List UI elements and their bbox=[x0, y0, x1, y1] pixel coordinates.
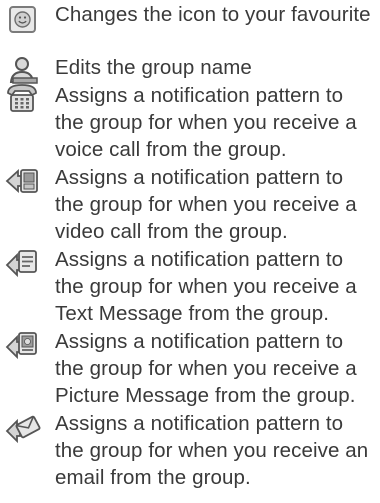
item-description: Assigns a notification pattern to the gr… bbox=[55, 330, 357, 408]
telephone-icon bbox=[5, 82, 41, 114]
item-description: Edits the group name bbox=[55, 56, 252, 79]
item-description: Assigns a notification pattern to the gr… bbox=[55, 412, 369, 490]
item-description: Assigns a notification pattern to the gr… bbox=[55, 166, 357, 244]
email-icon bbox=[5, 412, 41, 444]
item-description: Assigns a notification pattern to the gr… bbox=[55, 248, 357, 326]
text-message-icon bbox=[5, 248, 41, 280]
video-call-icon bbox=[5, 166, 41, 198]
smiley-icon bbox=[8, 5, 44, 37]
item-description: Assigns a notification pattern to the gr… bbox=[55, 84, 357, 162]
picture-message-icon bbox=[5, 330, 41, 362]
item-description: Changes the icon to your favourite bbox=[55, 3, 371, 26]
